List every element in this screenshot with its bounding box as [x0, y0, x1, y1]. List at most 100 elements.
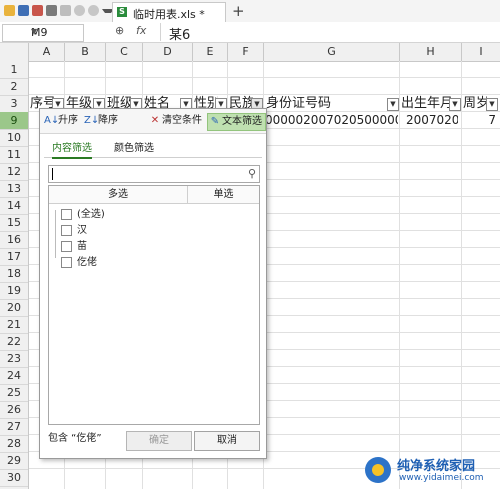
xls-icon: S: [117, 7, 127, 17]
row-header-bar: 1 2 3 9 10 11 12 13 14 15 16 17 18 19 20…: [0, 61, 29, 489]
header-cell-age: 周岁: [463, 96, 487, 111]
export-icon[interactable]: [60, 5, 71, 16]
sort-ascending-icon: A↓: [44, 115, 60, 126]
row-header[interactable]: 2: [0, 78, 28, 96]
filter-dropdown-g[interactable]: ▼: [387, 98, 399, 111]
sort-descending-button[interactable]: Z↓降序: [84, 113, 118, 129]
text-filter-button[interactable]: ✎ 文本筛选: [207, 113, 266, 131]
checkbox[interactable]: [61, 224, 72, 236]
column-header-g[interactable]: G: [264, 43, 400, 61]
row-header[interactable]: 12: [0, 163, 28, 181]
checkbox[interactable]: [61, 256, 72, 268]
single-select-tab[interactable]: 单选: [188, 186, 259, 203]
filter-panel: A↓升序 Z↓降序 ✕ 清空条件 ✎ 文本筛选 内容筛选 颜色筛选 ⚲ 多选 单选 …: [39, 108, 267, 459]
watermark: 纯净系统家园 www.yidaimei.com: [355, 452, 500, 489]
filter-item-select-all[interactable]: (全选): [61, 208, 105, 222]
folder-icon[interactable]: [4, 5, 15, 16]
checkbox[interactable]: [61, 208, 72, 220]
row-header[interactable]: 26: [0, 401, 28, 419]
formula-bar: M9 ▼ ⊕ fx 某6: [0, 22, 500, 43]
cancel-button[interactable]: 取消: [194, 431, 260, 451]
column-header-d[interactable]: D: [143, 43, 193, 61]
column-header-f[interactable]: F: [228, 43, 264, 61]
row-header[interactable]: 18: [0, 265, 28, 283]
column-header-h[interactable]: H: [400, 43, 462, 61]
row-header[interactable]: 13: [0, 180, 28, 198]
sort-descending-label: 降序: [98, 115, 118, 126]
fx-icon[interactable]: fx: [136, 24, 146, 37]
ok-button[interactable]: 确定: [126, 431, 192, 451]
clear-conditions-label: 清空条件: [162, 115, 202, 126]
header-cell-id-number: 身份证号码: [266, 96, 332, 111]
row-header[interactable]: 27: [0, 418, 28, 436]
add-tab-button[interactable]: +: [232, 2, 245, 20]
column-header-i[interactable]: I: [462, 43, 500, 61]
row-header[interactable]: 1: [0, 61, 28, 79]
row-header[interactable]: 16: [0, 231, 28, 249]
save-icon[interactable]: [18, 5, 29, 16]
formula-input[interactable]: 某6: [160, 23, 499, 43]
header-cell-birth: 出生年月: [401, 96, 451, 111]
sort-ascending-button[interactable]: A↓升序: [44, 113, 78, 129]
checkbox[interactable]: [61, 240, 72, 252]
zoom-icon[interactable]: ⊕: [115, 24, 124, 37]
filter-search-input[interactable]: ⚲: [48, 165, 260, 183]
column-header-b[interactable]: B: [65, 43, 106, 61]
tree-line: [55, 210, 56, 258]
row-header[interactable]: 22: [0, 333, 28, 351]
filter-dropdown-i[interactable]: ▼: [486, 98, 498, 111]
row-header[interactable]: 29: [0, 452, 28, 470]
select-all-corner[interactable]: [0, 43, 29, 61]
filter-sort-bar: A↓升序 Z↓降序 ✕ 清空条件 ✎ 文本筛选: [40, 109, 266, 134]
row-header[interactable]: 17: [0, 248, 28, 266]
row-header[interactable]: 28: [0, 435, 28, 453]
multi-select-tab[interactable]: 多选: [49, 186, 188, 203]
print-icon[interactable]: [46, 5, 57, 16]
undo-icon[interactable]: [74, 5, 85, 16]
redo-icon[interactable]: [88, 5, 99, 16]
watermark-title: 纯净系统家园: [397, 459, 476, 474]
cell-age[interactable]: 7: [484, 113, 496, 127]
filter-dropdown-h[interactable]: ▼: [449, 98, 461, 111]
filter-item-label: (全选): [77, 209, 105, 220]
document-tab[interactable]: S 临时用表.xls *: [112, 2, 226, 23]
filter-item[interactable]: 苗: [61, 240, 87, 254]
row-header[interactable]: 25: [0, 384, 28, 402]
tab-content-filter[interactable]: 内容筛选: [52, 141, 92, 159]
cell-id-number[interactable]: 000002007020500000: [265, 113, 398, 127]
row-header[interactable]: 23: [0, 350, 28, 368]
filter-item[interactable]: 汉: [61, 224, 87, 238]
clear-conditions-button[interactable]: ✕ 清空条件: [148, 113, 202, 129]
filter-list-header: 多选 单选: [49, 186, 259, 204]
filter-condition-text: 包含 “仡佬”: [48, 433, 102, 444]
search-icon[interactable]: ⚲: [248, 167, 256, 180]
chevron-down-icon[interactable]: ▼: [31, 27, 79, 36]
filter-item[interactable]: 仡佬: [61, 256, 97, 270]
column-header-e[interactable]: E: [193, 43, 228, 61]
row-header-selected[interactable]: 9: [0, 112, 28, 130]
tab-color-filter[interactable]: 颜色筛选: [114, 141, 154, 157]
row-header[interactable]: 3: [0, 95, 28, 113]
row-header[interactable]: 24: [0, 367, 28, 385]
row-header[interactable]: 30: [0, 469, 28, 487]
text-filter-label: 文本筛选: [222, 116, 262, 127]
row-header[interactable]: 21: [0, 316, 28, 334]
sort-descending-icon: Z↓: [84, 115, 100, 126]
row-header[interactable]: 10: [0, 129, 28, 147]
name-box[interactable]: M9 ▼: [2, 24, 84, 42]
filter-item-label: 汉: [77, 225, 87, 236]
filter-item-label: 仡佬: [77, 257, 97, 268]
filter-tabs: 内容筛选 颜色筛选: [44, 139, 262, 159]
row-header[interactable]: 15: [0, 214, 28, 232]
cell-birth-date[interactable]: 20070205: [406, 113, 458, 127]
row-header[interactable]: 19: [0, 282, 28, 300]
row-header[interactable]: 11: [0, 146, 28, 164]
row-header[interactable]: 20: [0, 299, 28, 317]
row-header[interactable]: 14: [0, 197, 28, 215]
column-header-a[interactable]: A: [29, 43, 65, 61]
text-cursor: [52, 168, 53, 180]
column-header-c[interactable]: C: [106, 43, 143, 61]
filter-item-label: 苗: [77, 241, 87, 252]
clear-filter-icon: ✕: [150, 115, 160, 126]
print-preview-icon[interactable]: [32, 5, 43, 16]
